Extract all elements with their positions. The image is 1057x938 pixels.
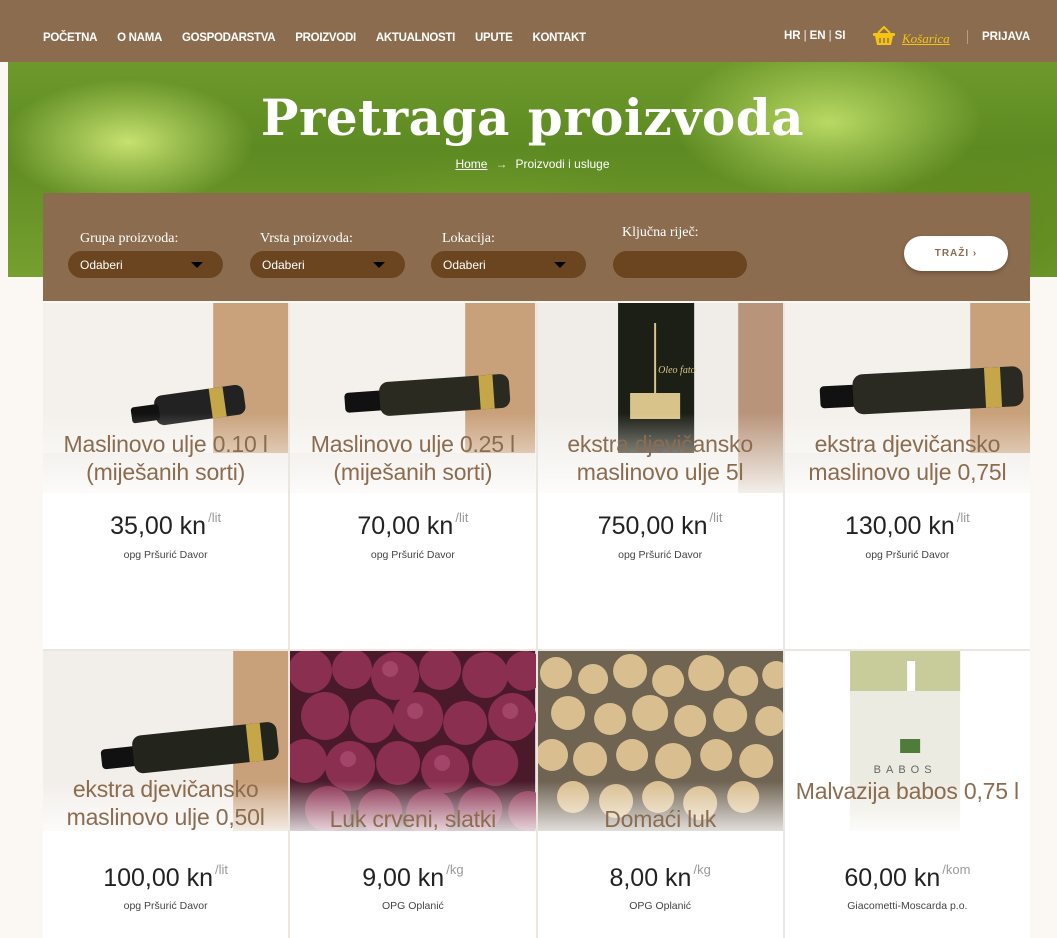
type-label: Vrsta proizvoda: bbox=[260, 231, 353, 246]
chevron-down-icon bbox=[373, 262, 385, 268]
product-card[interactable]: Oleo fato ekstra djevičansko maslinovo u… bbox=[537, 303, 783, 649]
nav-item-kontakt[interactable]: KONTAKT bbox=[532, 32, 586, 44]
nav-item-aktualnosti[interactable]: AKTUALNOSTI bbox=[376, 32, 455, 44]
lang-separator: | bbox=[828, 30, 832, 42]
price-value: 8,00 kn bbox=[609, 864, 692, 892]
nav-divider bbox=[967, 30, 968, 44]
price-value: 100,00 kn bbox=[103, 864, 214, 892]
product-title[interactable]: Domaći luk bbox=[542, 805, 779, 833]
product-seller[interactable]: Giacometti-Moscarda p.o. bbox=[785, 900, 1030, 912]
product-seller[interactable]: opg Pršurić Davor bbox=[785, 549, 1030, 561]
bottle-label: Oleo fato bbox=[658, 365, 696, 376]
keyword-input[interactable] bbox=[613, 251, 747, 278]
basket-icon bbox=[872, 25, 896, 51]
product-title[interactable]: ekstra djevičansko maslinovo ulje 0,50l bbox=[47, 775, 284, 831]
product-title[interactable]: ekstra djevičansko maslinovo ulje 5l bbox=[542, 430, 779, 486]
price-unit: /lit bbox=[455, 510, 469, 525]
top-navigation: POČETNA O NAMA GOSPODARSTVA PROIZVODI AK… bbox=[0, 0, 1057, 62]
price-value: 70,00 kn bbox=[357, 512, 454, 540]
price-value: 9,00 kn bbox=[362, 864, 445, 892]
search-button[interactable]: TRAŽI › bbox=[904, 236, 1008, 271]
product-card[interactable]: BABOS Malvazija babos 0,75 l 60,00 kn/ko… bbox=[784, 651, 1030, 938]
login-link[interactable]: PRIJAVA bbox=[982, 31, 1030, 43]
product-price: 35,00 kn/lit bbox=[43, 510, 288, 541]
product-title[interactable]: Malvazija babos 0,75 l bbox=[789, 777, 1026, 805]
group-select[interactable]: Odaberi bbox=[68, 251, 223, 278]
price-unit: /lit bbox=[208, 510, 222, 525]
product-seller[interactable]: OPG Oplanić bbox=[290, 900, 535, 912]
breadcrumb-home[interactable]: Home bbox=[455, 157, 487, 171]
product-price: 130,00 kn/lit bbox=[785, 510, 1030, 541]
nav-item-upute[interactable]: UPUTE bbox=[475, 32, 513, 44]
price-unit: /kg bbox=[446, 862, 464, 877]
product-price: 70,00 kn/lit bbox=[290, 510, 535, 541]
chevron-down-icon bbox=[191, 262, 203, 268]
price-unit: /lit bbox=[956, 510, 970, 525]
cart-label[interactable]: Košarica bbox=[902, 31, 950, 47]
product-seller[interactable]: opg Pršurić Davor bbox=[43, 900, 288, 912]
main-menu: POČETNA O NAMA GOSPODARSTVA PROIZVODI AK… bbox=[43, 32, 586, 44]
language-switcher: HR | EN | SI bbox=[784, 30, 845, 42]
location-select-value: Odaberi bbox=[443, 258, 486, 272]
product-price: 8,00 kn/kg bbox=[538, 862, 783, 893]
product-title[interactable]: ekstra djevičansko maslinovo ulje 0,75l bbox=[789, 430, 1026, 486]
product-price: 9,00 kn/kg bbox=[290, 862, 535, 893]
lang-hr[interactable]: HR bbox=[784, 30, 801, 42]
price-unit: /lit bbox=[215, 862, 229, 877]
lang-si[interactable]: SI bbox=[835, 30, 846, 42]
price-unit: /lit bbox=[709, 510, 723, 525]
cart-link[interactable]: Košarica bbox=[872, 25, 950, 51]
keyword-label: Ključna riječ: bbox=[622, 225, 699, 240]
lang-separator: | bbox=[803, 30, 807, 42]
price-value: 130,00 kn bbox=[844, 512, 955, 540]
location-select[interactable]: Odaberi bbox=[431, 251, 586, 278]
product-price: 750,00 kn/lit bbox=[538, 510, 783, 541]
product-price: 60,00 kn/kom bbox=[785, 862, 1030, 893]
price-value: 60,00 kn bbox=[844, 864, 941, 892]
group-label: Grupa proizvoda: bbox=[80, 231, 179, 246]
breadcrumb-current: Proizvodi i usluge bbox=[515, 157, 610, 171]
product-seller[interactable]: opg Pršurić Davor bbox=[43, 549, 288, 561]
price-value: 750,00 kn bbox=[597, 512, 708, 540]
product-seller[interactable]: opg Pršurić Davor bbox=[538, 549, 783, 561]
product-title[interactable]: Maslinovo ulje 0.25 l (miješanih sorti) bbox=[294, 430, 531, 486]
nav-item-pocetna[interactable]: POČETNA bbox=[43, 32, 97, 44]
nav-item-gospodarstva[interactable]: GOSPODARSTVA bbox=[182, 32, 276, 44]
product-title[interactable]: Luk crveni, slatki bbox=[294, 805, 531, 833]
product-card[interactable]: ekstra djevičansko maslinovo ulje 0,75l … bbox=[784, 303, 1030, 649]
product-card[interactable]: ekstra djevičansko maslinovo ulje 0,50l … bbox=[43, 651, 289, 938]
product-price: 100,00 kn/lit bbox=[43, 862, 288, 893]
page-title: Pretraga proizvoda bbox=[260, 88, 805, 147]
product-card[interactable]: Maslinovo ulje 0.25 l (miješanih sorti) … bbox=[290, 303, 536, 649]
breadcrumb-arrow-icon: → bbox=[495, 157, 508, 171]
chevron-down-icon bbox=[554, 262, 566, 268]
breadcrumb: Home → Proizvodi i usluge bbox=[8, 157, 1057, 171]
price-unit: /kom bbox=[942, 862, 971, 877]
price-unit: /kg bbox=[693, 862, 711, 877]
price-value: 35,00 kn bbox=[110, 512, 207, 540]
product-card[interactable]: Domaći luk 8,00 kn/kg OPG Oplanić bbox=[537, 651, 783, 938]
lang-en[interactable]: EN bbox=[810, 30, 826, 42]
product-seller[interactable]: OPG Oplanić bbox=[538, 900, 783, 912]
group-select-value: Odaberi bbox=[80, 258, 123, 272]
type-select[interactable]: Odaberi bbox=[250, 251, 405, 278]
product-grid: Maslinovo ulje 0.10 l (miješanih sorti) … bbox=[43, 303, 1030, 938]
product-title[interactable]: Maslinovo ulje 0.10 l (miješanih sorti) bbox=[47, 430, 284, 486]
search-filters: Grupa proizvoda: Odaberi Vrsta proizvoda… bbox=[43, 193, 1030, 301]
product-seller[interactable]: opg Pršurić Davor bbox=[290, 549, 535, 561]
wine-label: BABOS bbox=[873, 764, 936, 776]
nav-item-o-nama[interactable]: O NAMA bbox=[117, 32, 162, 44]
product-card[interactable]: Maslinovo ulje 0.10 l (miješanih sorti) … bbox=[43, 303, 289, 649]
type-select-value: Odaberi bbox=[262, 258, 305, 272]
nav-item-proizvodi[interactable]: PROIZVODI bbox=[295, 32, 356, 44]
product-card[interactable]: Luk crveni, slatki 9,00 kn/kg OPG Oplani… bbox=[290, 651, 536, 938]
location-label: Lokacija: bbox=[442, 231, 495, 246]
